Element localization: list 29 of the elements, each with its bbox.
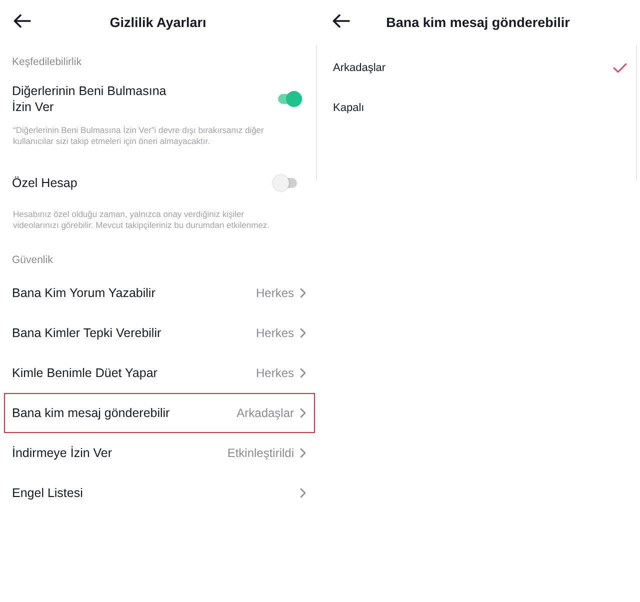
back-icon[interactable] <box>13 14 31 28</box>
screen-title: Gizlilik Ayarları <box>110 15 206 30</box>
setting-description: Hesabınız özel olduğu zaman, yalnızca onay verdiğiniz kişiler videolarınızı görebilir. Mevcut takipçileriniz bu durumdan etkilenmez. <box>13 209 271 231</box>
chevron-right-icon <box>300 368 306 378</box>
setting-value: Arkadaşlar <box>236 406 294 420</box>
setting-label[interactable]: Bana Kim Yorum Yazabilir <box>12 285 156 301</box>
setting-label: Özel Hesap <box>12 175 78 191</box>
chevron-right-icon <box>300 488 306 498</box>
screen-title: Bana kim mesaj gönderebilir <box>386 15 570 30</box>
toggle-switch[interactable] <box>273 175 297 191</box>
setting-label[interactable]: Bana kim mesaj gönderebilir <box>12 405 170 421</box>
setting-value: Herkes <box>256 286 294 300</box>
setting-value: Herkes <box>256 326 294 340</box>
chevron-right-icon <box>300 408 306 418</box>
setting-label: Diğerlerinin Beni Bulmasına İzin Ver <box>12 83 168 115</box>
setting-description: “Diğerlerinin Beni Bulmasına İzin Ver”i devre dışı bırakırsanız diğer kullanıcılar sizi takip etmeleri için öneri almayacaktır. <box>13 125 265 147</box>
chevron-right-icon <box>300 288 306 298</box>
setting-label[interactable]: Engel Listesi <box>12 485 83 501</box>
setting-value: Herkes <box>256 366 294 380</box>
toggle-switch[interactable] <box>278 91 302 107</box>
chevron-right-icon <box>300 328 306 338</box>
chevron-right-icon <box>300 448 306 458</box>
back-icon[interactable] <box>332 14 350 28</box>
section-heading: Keşfedilebilirlik <box>12 56 82 68</box>
setting-label[interactable]: İndirmeye İzin Ver <box>12 445 112 461</box>
setting-value: Etkinleştirildi <box>227 446 294 460</box>
section-heading: Güvenlik <box>12 254 53 266</box>
setting-label[interactable]: Bana Kimler Tepki Verebilir <box>12 325 162 341</box>
setting-label[interactable]: Kimle Benimle Düet Yapar <box>12 365 158 381</box>
